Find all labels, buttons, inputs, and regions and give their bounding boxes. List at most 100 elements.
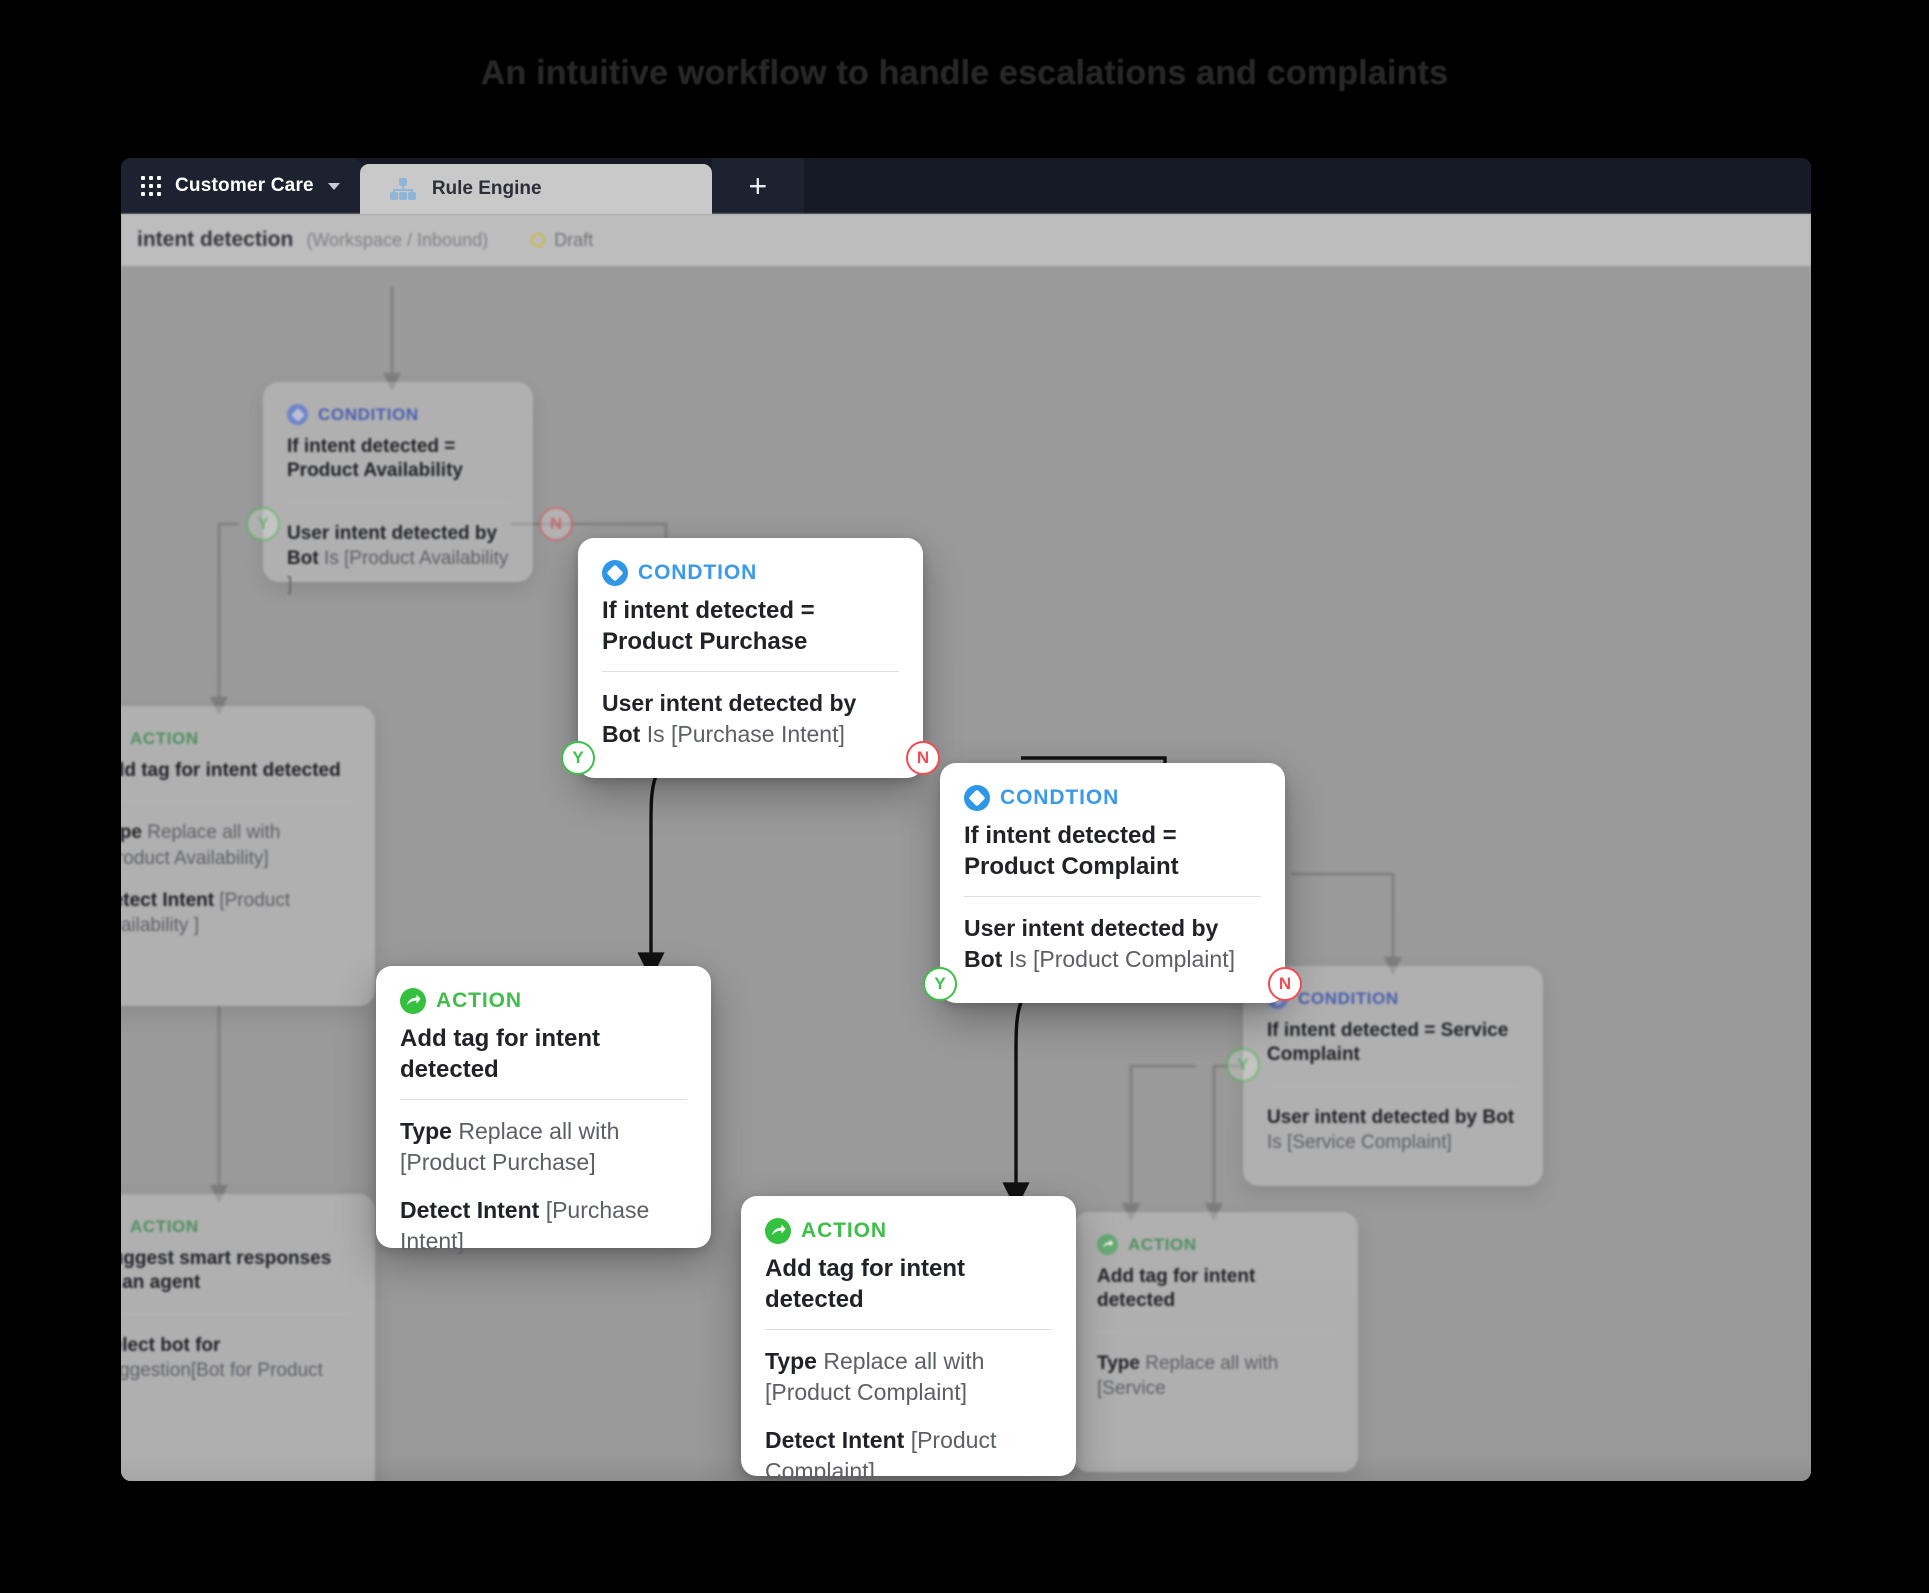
- node-kind: CONDTION: [602, 560, 899, 586]
- action-arrow-icon: [1097, 1234, 1118, 1255]
- app-window: Customer Care Rule Engine +: [121, 158, 1811, 1481]
- node-row-value: Is [Service Complaint]: [1267, 1132, 1452, 1153]
- node-row-label: Type: [121, 822, 142, 843]
- node-divider: [765, 1329, 1052, 1330]
- tab-bar-filler: [804, 158, 1811, 214]
- node-kind: CONDTION: [964, 785, 1261, 811]
- node-divider: [121, 801, 351, 802]
- node-row-value: Is [Product Availability ]: [287, 548, 508, 595]
- status-dot-icon: [531, 233, 545, 247]
- port-yes-product-complaint[interactable]: Y: [923, 967, 957, 1001]
- node-divider: [1267, 1086, 1519, 1087]
- node-kind: ACTION: [400, 988, 687, 1014]
- condition-diamond-icon: [287, 404, 308, 425]
- node-row-label: Type: [765, 1348, 817, 1374]
- node-row-value: suggestion[Bot for Product: [121, 1360, 323, 1381]
- node-condition-product-purchase[interactable]: CONDTION If intent detected = Product Pu…: [578, 538, 923, 778]
- node-body: Select bot for suggestion[Bot for Produc…: [121, 1333, 351, 1384]
- node-kind-label: ACTION: [436, 989, 522, 1013]
- node-title: Suggest smart responses to an agent: [121, 1247, 351, 1296]
- node-row: User intent detected by Bot Is [Purchase…: [602, 688, 899, 750]
- node-action-availability-tag[interactable]: ACTION Add tag for intent detected Type …: [121, 706, 375, 1006]
- node-kind-label: ACTION: [130, 729, 199, 749]
- node-row: User intent detected by Bot Is [Service …: [1267, 1105, 1519, 1156]
- node-row-label: Detect Intent: [765, 1427, 904, 1453]
- tab-label: Rule Engine: [432, 178, 542, 200]
- port-yes-product-purchase[interactable]: Y: [561, 741, 595, 775]
- node-title: If intent detected = Product Complaint: [964, 821, 1261, 882]
- node-action-purchase-tag[interactable]: ACTION Add tag for intent detected Type …: [376, 966, 711, 1248]
- node-condition-product-complaint[interactable]: CONDTION If intent detected = Product Co…: [940, 763, 1285, 1003]
- node-body: User intent detected by Bot Is [Service …: [1267, 1105, 1519, 1156]
- chevron-down-icon[interactable]: [328, 183, 340, 190]
- node-row-label: Select bot for: [121, 1335, 220, 1356]
- node-kind-label: CONDTION: [638, 561, 757, 585]
- tab-rule-engine[interactable]: Rule Engine: [360, 164, 712, 214]
- node-kind: ACTION: [121, 728, 351, 749]
- node-body: Type Replace all with [Product Purchase]…: [400, 1116, 687, 1256]
- workspace-name: Customer Care: [175, 175, 314, 197]
- node-action-service-complaint-tag[interactable]: ACTION Add tag for intent detected Type …: [1073, 1212, 1358, 1472]
- node-row: Detect Intent [Purchase Intent]: [400, 1195, 687, 1257]
- node-title: If intent detected = Service Complaint: [1267, 1019, 1519, 1068]
- node-body: User intent detected by Bot Is [Product …: [287, 521, 509, 598]
- node-kind: ACTION: [765, 1218, 1052, 1244]
- node-title: Add tag for intent detected: [121, 759, 351, 783]
- status-badge: Draft: [531, 230, 593, 251]
- status-label: Draft: [554, 230, 593, 251]
- node-row-label: Detect Intent: [400, 1197, 539, 1223]
- node-row-label: Detect Intent: [121, 890, 214, 911]
- node-divider: [1097, 1332, 1334, 1333]
- grid-apps-icon[interactable]: [141, 176, 161, 196]
- node-kind-label: ACTION: [801, 1219, 887, 1243]
- node-row-value: Replace all with [Product Availability]: [121, 822, 280, 869]
- node-row: Type Replace all with [Product Availabil…: [121, 820, 351, 871]
- node-row: Select bot for suggestion[Bot for Produc…: [121, 1333, 351, 1384]
- add-tab-button[interactable]: +: [712, 158, 804, 214]
- node-body: User intent detected by Bot Is [Purchase…: [602, 688, 899, 750]
- action-arrow-icon: [765, 1218, 791, 1244]
- node-body: Type Replace all with [Product Availabil…: [121, 820, 351, 939]
- node-action-product-complaint-tag[interactable]: ACTION Add tag for intent detected Type …: [741, 1196, 1076, 1476]
- node-action-suggest-responses[interactable]: ACTION Suggest smart responses to an age…: [121, 1194, 375, 1481]
- node-row: Type Replace all with [Service: [1097, 1351, 1334, 1402]
- port-yes-service-complaint[interactable]: Y: [1226, 1048, 1260, 1082]
- node-kind: CONDITION: [1267, 988, 1519, 1009]
- node-title: Add tag for intent detected: [1097, 1265, 1334, 1314]
- condition-diamond-icon: [964, 785, 990, 811]
- action-arrow-icon: [400, 988, 426, 1014]
- rule-path: (Workspace / Inbound): [306, 230, 488, 251]
- flow-canvas[interactable]: CONDITION If intent detected = Product A…: [121, 266, 1811, 1481]
- port-no-product-purchase[interactable]: N: [906, 741, 940, 775]
- node-kind: CONDITION: [287, 404, 509, 425]
- node-body: Type Replace all with [Service: [1097, 1351, 1334, 1402]
- node-kind-label: ACTION: [130, 1217, 199, 1237]
- node-title: If intent detected = Product Availabilit…: [287, 435, 509, 484]
- node-row-label: Type: [1097, 1353, 1140, 1374]
- node-kind: ACTION: [121, 1216, 351, 1237]
- node-divider: [602, 671, 899, 672]
- node-row-value: Is [Product Complaint]: [1009, 946, 1235, 972]
- port-yes-availability[interactable]: Y: [246, 507, 280, 541]
- node-row: Detect Intent [Product Availability ]: [121, 888, 351, 939]
- node-kind-label: CONDITION: [1298, 989, 1399, 1009]
- node-row-value: Is [Purchase Intent]: [647, 721, 845, 747]
- workspace-switcher[interactable]: Customer Care: [121, 158, 362, 214]
- node-row: User intent detected by Bot Is [Product …: [964, 913, 1261, 975]
- node-row: Type Replace all with [Product Purchase]: [400, 1116, 687, 1178]
- node-divider: [121, 1314, 351, 1315]
- node-row-label: Type: [400, 1118, 452, 1144]
- node-row: User intent detected by Bot Is [Product …: [287, 521, 509, 598]
- node-body: Type Replace all with [Product Complaint…: [765, 1346, 1052, 1481]
- node-kind: ACTION: [1097, 1234, 1334, 1255]
- node-condition-product-availability[interactable]: CONDITION If intent detected = Product A…: [263, 382, 533, 582]
- port-no-availability[interactable]: N: [539, 507, 573, 541]
- breadcrumb: intent detection (Workspace / Inbound) D…: [121, 214, 1811, 266]
- port-no-product-complaint[interactable]: N: [1268, 967, 1302, 1001]
- node-title: Add tag for intent detected: [400, 1024, 687, 1085]
- node-divider: [287, 502, 509, 503]
- rule-name[interactable]: intent detection: [137, 228, 293, 252]
- node-title: Add tag for intent detected: [765, 1254, 1052, 1315]
- page-title: An intuitive workflow to handle escalati…: [0, 54, 1929, 93]
- node-row: Detect Intent [Product Complaint]: [765, 1425, 1052, 1481]
